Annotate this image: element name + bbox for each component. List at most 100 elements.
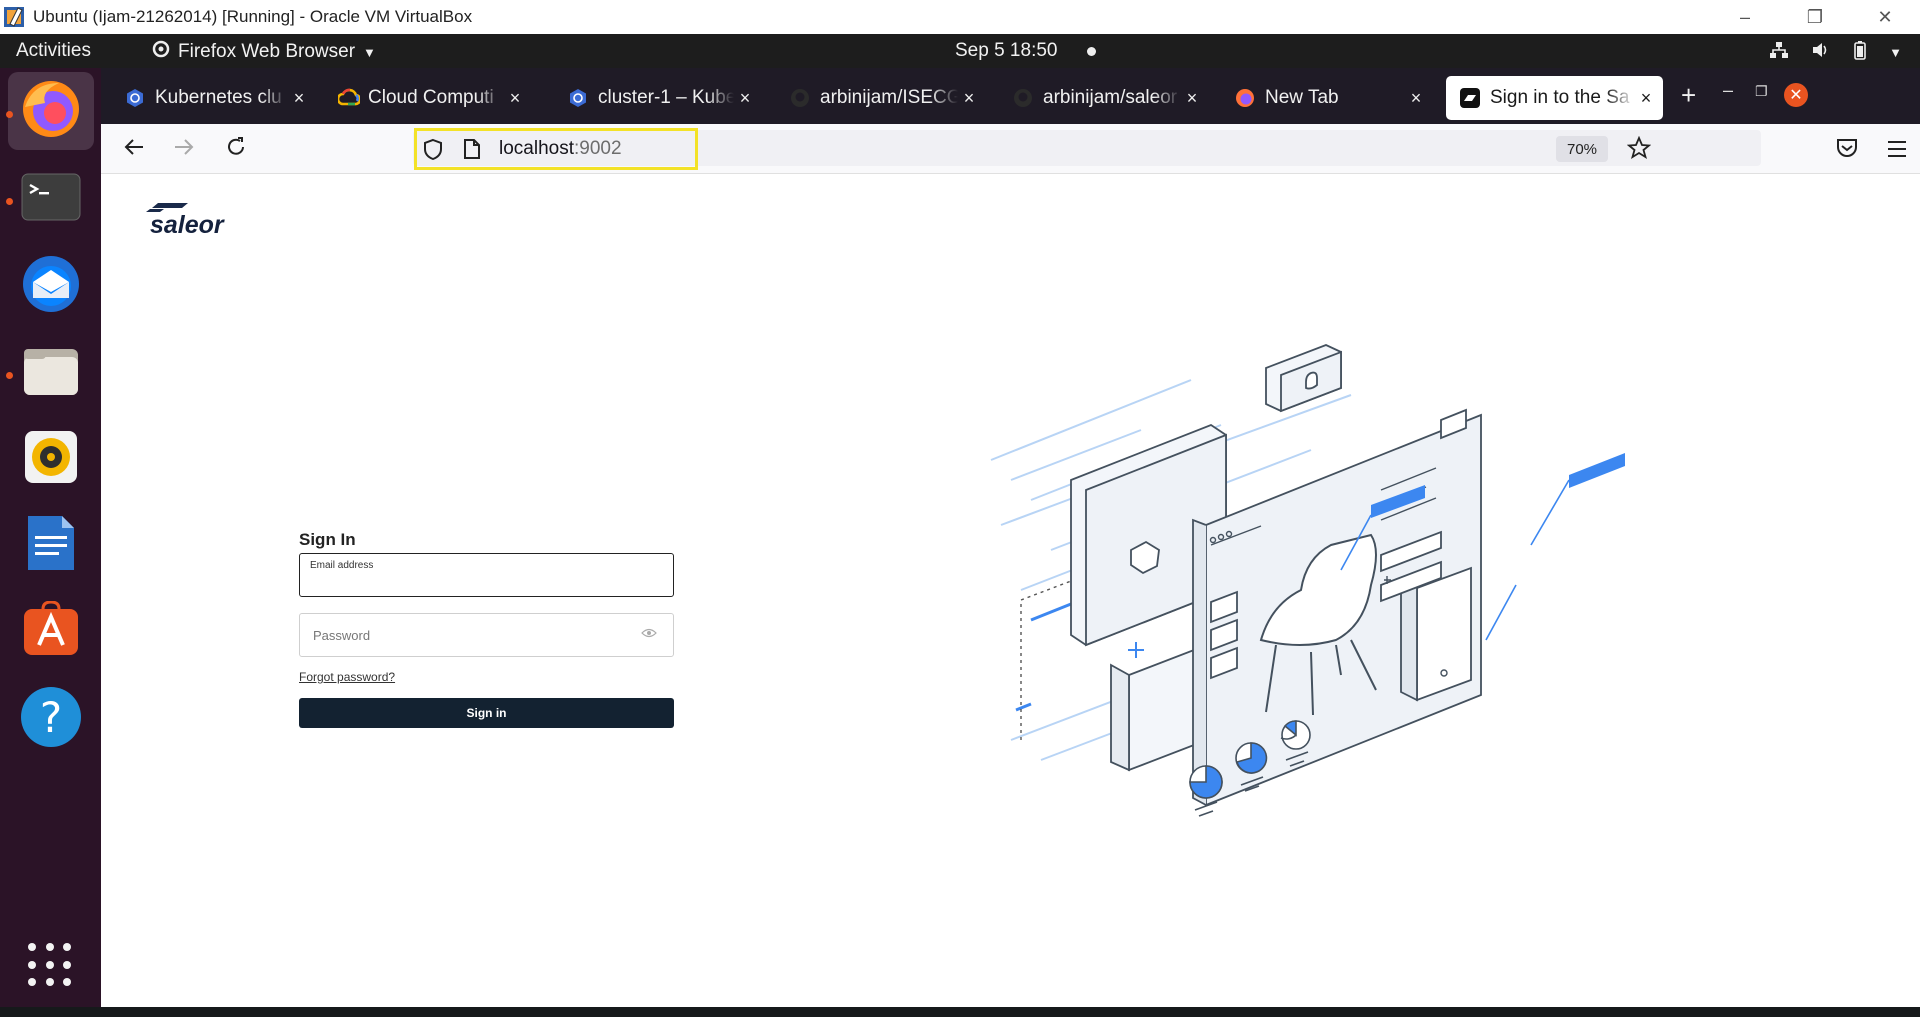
url-host: localhost bbox=[499, 138, 574, 159]
help-icon: ? bbox=[20, 686, 82, 748]
firefox-small-icon bbox=[152, 40, 170, 64]
app-menu-label: Firefox Web Browser bbox=[178, 41, 356, 62]
tab-kubernetes[interactable]: Kubernetes clu × bbox=[111, 76, 316, 120]
writer-icon bbox=[24, 514, 78, 577]
tab-bar: Kubernetes clu × Cloud Computi × cluster… bbox=[101, 68, 1920, 124]
tab-title: arbinijam/saleor bbox=[1043, 87, 1178, 108]
close-tab-icon[interactable]: × bbox=[734, 88, 756, 109]
show-password-eye-icon[interactable] bbox=[641, 627, 657, 641]
dock-firefox[interactable] bbox=[8, 72, 94, 150]
tab-github-saleor[interactable]: arbinijam/saleor × bbox=[999, 76, 1209, 120]
dock-thunderbird[interactable] bbox=[8, 247, 94, 325]
restore-window-button[interactable]: ❐ bbox=[1755, 83, 1768, 100]
saleor-logo[interactable]: saleor bbox=[146, 203, 232, 244]
password-placeholder: Password bbox=[313, 628, 371, 643]
help-glyph: ? bbox=[39, 692, 63, 742]
back-button[interactable] bbox=[123, 136, 145, 164]
vbox-close-button[interactable]: ✕ bbox=[1850, 0, 1920, 34]
tab-cloud-computing[interactable]: Cloud Computi × bbox=[324, 76, 532, 120]
pocket-icon[interactable] bbox=[1836, 138, 1858, 163]
tab-title: Sign in to the Sa bbox=[1490, 87, 1630, 108]
hamburger-menu-icon[interactable] bbox=[1887, 140, 1907, 163]
activities-button[interactable]: Activities bbox=[16, 40, 91, 62]
email-label: Email address bbox=[310, 560, 374, 571]
dock-running-indicator bbox=[6, 198, 13, 205]
network-icon bbox=[1769, 41, 1789, 64]
tab-title: New Tab bbox=[1265, 87, 1339, 108]
page-info-icon[interactable] bbox=[463, 138, 481, 165]
clock[interactable]: Sep 5 18:50 bbox=[955, 40, 1097, 62]
clock-label: Sep 5 18:50 bbox=[955, 40, 1058, 61]
bottom-strip bbox=[0, 1007, 1920, 1017]
tab-cluster-1[interactable]: cluster-1 – Kube × bbox=[554, 76, 762, 120]
tab-title: Cloud Computi bbox=[368, 87, 494, 108]
url-port: :9002 bbox=[574, 138, 622, 159]
terminal-icon bbox=[21, 173, 81, 226]
volume-icon bbox=[1811, 41, 1831, 64]
close-tab-icon[interactable]: × bbox=[1181, 88, 1203, 109]
saleor-icon bbox=[1460, 88, 1480, 108]
tab-title: Kubernetes clu bbox=[155, 87, 282, 108]
system-tray[interactable]: ▼ bbox=[1769, 40, 1902, 65]
shield-icon[interactable] bbox=[423, 138, 443, 165]
virtualbox-icon bbox=[2, 4, 28, 30]
gcloud-icon bbox=[336, 88, 362, 108]
dock-app-center[interactable] bbox=[8, 592, 94, 670]
password-field[interactable]: Password bbox=[299, 613, 674, 657]
dock-help[interactable]: ? bbox=[8, 678, 94, 756]
close-window-button[interactable]: ✕ bbox=[1784, 83, 1808, 107]
kubernetes-icon bbox=[568, 88, 588, 108]
firefox-icon bbox=[19, 77, 83, 146]
kubernetes-icon bbox=[125, 88, 145, 108]
tab-title: arbinijam/ISECG bbox=[820, 87, 958, 108]
reload-button[interactable] bbox=[225, 136, 247, 164]
rhythmbox-icon bbox=[23, 429, 79, 490]
tab-sign-in-saleor[interactable]: Sign in to the Sa × bbox=[1446, 76, 1663, 120]
tab-github-isecg[interactable]: arbinijam/ISECG × bbox=[776, 76, 986, 120]
vbox-titlebar: Ubuntu (Ijam-21262014) [Running] - Oracl… bbox=[0, 0, 1920, 34]
dock-terminal[interactable] bbox=[8, 160, 94, 238]
dock-rhythmbox[interactable] bbox=[8, 420, 94, 498]
thunderbird-icon bbox=[19, 252, 83, 321]
vbox-minimize-button[interactable]: – bbox=[1710, 0, 1780, 34]
minimize-window-button[interactable]: – bbox=[1723, 80, 1733, 101]
show-apps-button[interactable] bbox=[28, 943, 72, 987]
notification-dot-icon bbox=[1087, 46, 1097, 56]
close-tab-icon[interactable]: × bbox=[288, 88, 310, 109]
vbox-restore-button[interactable]: ❐ bbox=[1780, 0, 1850, 34]
ubuntu-dock: ? bbox=[0, 68, 101, 1007]
email-field[interactable]: Email address bbox=[299, 553, 674, 597]
tab-new-tab[interactable]: New Tab × bbox=[1221, 76, 1433, 120]
tab-title: cluster-1 – Kube bbox=[598, 87, 734, 108]
close-tab-icon[interactable]: × bbox=[958, 88, 980, 109]
battery-icon bbox=[1853, 40, 1867, 65]
forgot-password-link[interactable]: Forgot password? bbox=[299, 670, 395, 684]
app-menu[interactable]: Firefox Web Browser ▼ bbox=[152, 40, 376, 64]
logo-wordmark: saleor bbox=[150, 211, 225, 239]
close-tab-icon[interactable]: × bbox=[1405, 88, 1427, 109]
firefox-icon bbox=[1235, 88, 1255, 108]
power-menu-chevron-icon: ▼ bbox=[1889, 45, 1902, 60]
ubuntu-topbar: Activities Firefox Web Browser ▼ Sep 5 1… bbox=[0, 34, 1920, 68]
new-tab-button[interactable]: + bbox=[1681, 80, 1696, 111]
dock-files[interactable] bbox=[8, 334, 94, 412]
github-icon bbox=[790, 88, 810, 108]
github-icon bbox=[1013, 88, 1033, 108]
forward-button[interactable] bbox=[173, 136, 195, 164]
zoom-indicator[interactable]: 70% bbox=[1556, 136, 1608, 162]
signin-button[interactable]: Sign in bbox=[299, 698, 674, 728]
dock-running-indicator bbox=[6, 111, 13, 118]
bookmark-star-icon[interactable] bbox=[1626, 135, 1652, 165]
close-tab-icon[interactable]: × bbox=[504, 88, 526, 109]
signin-illustration bbox=[881, 340, 1641, 865]
dock-running-indicator bbox=[6, 372, 13, 379]
nav-bar: localhost:9002 70% bbox=[101, 124, 1920, 174]
app-center-icon bbox=[21, 599, 81, 662]
vbox-window-title: Ubuntu (Ijam-21262014) [Running] - Oracl… bbox=[33, 7, 473, 26]
url-text: localhost:9002 bbox=[499, 138, 622, 160]
close-tab-icon[interactable]: × bbox=[1635, 88, 1657, 109]
chevron-down-icon: ▼ bbox=[363, 44, 376, 60]
signin-heading: Sign In bbox=[299, 530, 356, 549]
dock-writer[interactable] bbox=[8, 506, 94, 584]
firefox-window: Kubernetes clu × Cloud Computi × cluster… bbox=[101, 68, 1920, 1007]
